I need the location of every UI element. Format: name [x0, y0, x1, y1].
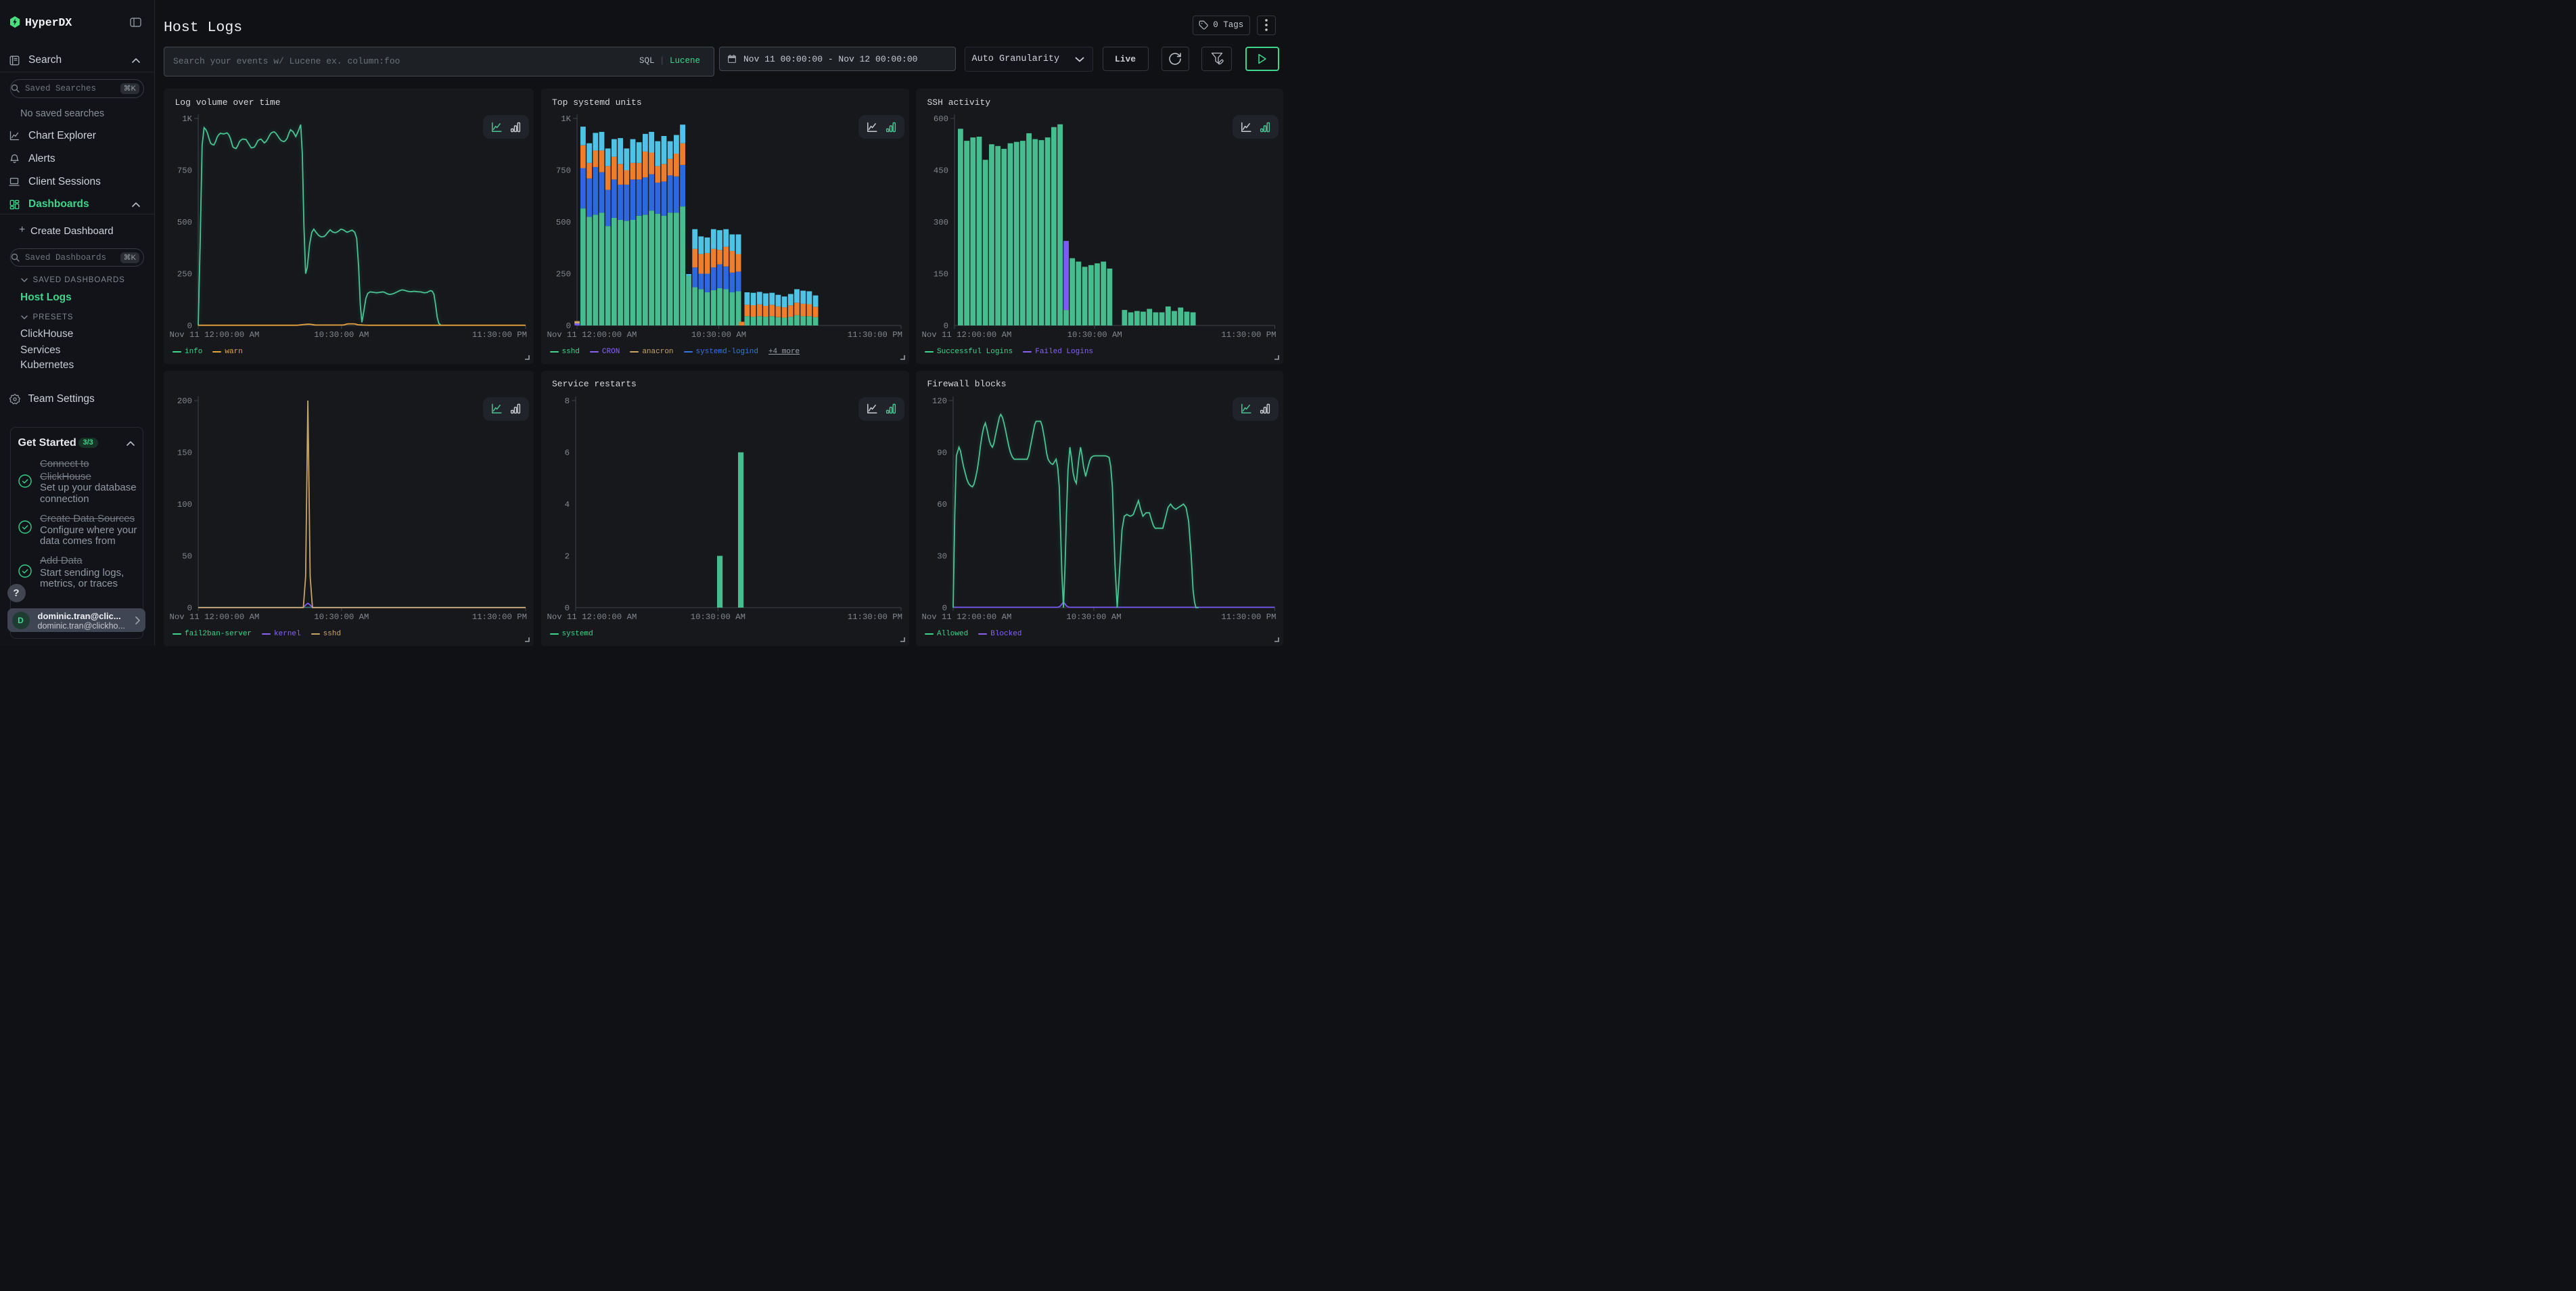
svg-text:Nov 11 12:00:00 AM: Nov 11 12:00:00 AM — [170, 612, 260, 622]
svg-text:0: 0 — [187, 321, 192, 331]
svg-text:0: 0 — [187, 604, 192, 613]
svg-text:4: 4 — [564, 500, 569, 509]
svg-text:100: 100 — [177, 500, 192, 509]
svg-text:0: 0 — [942, 604, 947, 613]
svg-text:250: 250 — [177, 270, 192, 279]
svg-text:0: 0 — [566, 321, 570, 331]
svg-text:11:30:00 PM: 11:30:00 PM — [1221, 330, 1276, 340]
svg-text:90: 90 — [937, 448, 947, 457]
svg-text:10:30:00 AM: 10:30:00 AM — [1066, 612, 1121, 622]
svg-text:10:30:00 AM: 10:30:00 AM — [1067, 330, 1122, 340]
svg-text:0: 0 — [564, 604, 569, 613]
svg-text:10:30:00 AM: 10:30:00 AM — [314, 612, 369, 622]
svg-text:1K: 1K — [561, 114, 571, 124]
svg-text:750: 750 — [555, 166, 570, 176]
svg-text:600: 600 — [934, 114, 948, 124]
svg-text:2: 2 — [564, 551, 569, 561]
svg-text:11:30:00 PM: 11:30:00 PM — [472, 330, 527, 340]
svg-text:Nov 11 12:00:00 AM: Nov 11 12:00:00 AM — [547, 330, 637, 340]
svg-text:500: 500 — [177, 218, 192, 227]
svg-text:10:30:00 AM: 10:30:00 AM — [314, 330, 369, 340]
svg-text:8: 8 — [564, 397, 569, 406]
svg-text:200: 200 — [177, 397, 192, 406]
svg-text:1K: 1K — [182, 114, 192, 124]
svg-text:Nov 11 12:00:00 AM: Nov 11 12:00:00 AM — [547, 612, 637, 622]
svg-text:11:30:00 PM: 11:30:00 PM — [472, 612, 527, 622]
svg-text:450: 450 — [934, 166, 948, 176]
svg-text:10:30:00 AM: 10:30:00 AM — [691, 330, 746, 340]
svg-text:Nov 11 12:00:00 AM: Nov 11 12:00:00 AM — [922, 330, 1012, 340]
svg-text:11:30:00 PM: 11:30:00 PM — [1221, 612, 1276, 622]
svg-text:750: 750 — [177, 166, 192, 176]
svg-text:120: 120 — [932, 397, 947, 406]
svg-text:Nov 11 12:00:00 AM: Nov 11 12:00:00 AM — [922, 612, 1012, 622]
svg-text:250: 250 — [555, 270, 570, 279]
svg-text:150: 150 — [934, 270, 948, 279]
svg-text:500: 500 — [555, 218, 570, 227]
svg-text:50: 50 — [182, 551, 192, 561]
svg-text:30: 30 — [937, 551, 947, 561]
svg-text:11:30:00 PM: 11:30:00 PM — [847, 612, 902, 622]
svg-text:300: 300 — [934, 218, 948, 227]
svg-text:10:30:00 AM: 10:30:00 AM — [690, 612, 745, 622]
svg-text:Nov 11 12:00:00 AM: Nov 11 12:00:00 AM — [170, 330, 260, 340]
svg-text:60: 60 — [937, 500, 947, 509]
svg-text:0: 0 — [944, 321, 948, 331]
svg-text:150: 150 — [177, 448, 192, 457]
svg-text:6: 6 — [564, 448, 569, 457]
svg-text:11:30:00 PM: 11:30:00 PM — [847, 330, 902, 340]
